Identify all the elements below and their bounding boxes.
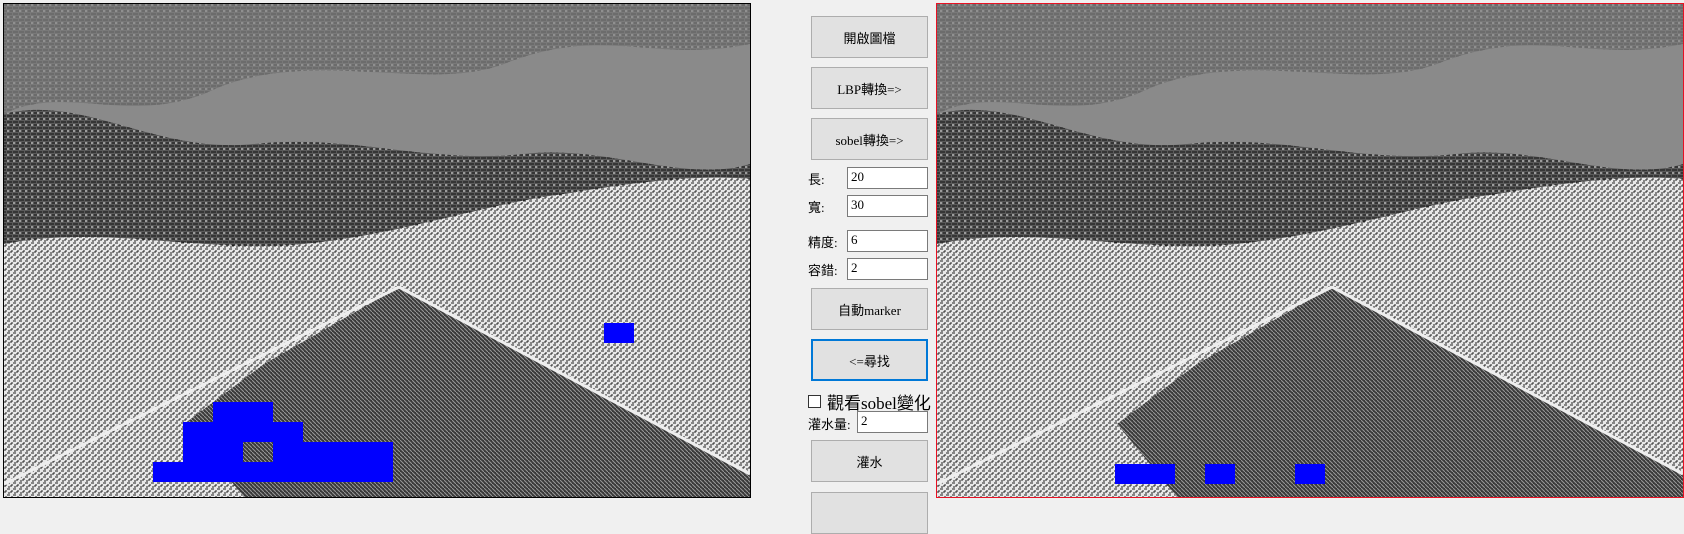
width-field[interactable]: 30	[847, 195, 928, 217]
length-label: 長:	[808, 172, 825, 187]
width-label: 寬:	[808, 200, 825, 215]
flood-button[interactable]: 灌水	[811, 440, 928, 482]
flood-amount-label: 灌水量:	[808, 417, 851, 432]
tolerance-label: 容錯:	[808, 263, 838, 278]
lbp-convert-button[interactable]: LBP轉換=>	[811, 67, 928, 109]
flood-amount-field[interactable]: 2	[857, 411, 928, 433]
tolerance-field[interactable]: 2	[847, 258, 928, 280]
precision-label: 精度:	[808, 235, 838, 250]
checkbox-box[interactable]	[808, 395, 821, 408]
left-image-panel[interactable]	[3, 3, 751, 498]
auto-marker-button[interactable]: 自動marker	[811, 288, 928, 330]
length-field[interactable]: 20	[847, 167, 928, 189]
right-sobel-image	[937, 4, 1683, 497]
sobel-convert-button[interactable]: sobel轉換=>	[811, 118, 928, 160]
right-image-panel[interactable]	[936, 3, 1684, 498]
search-button[interactable]: <=尋找	[811, 339, 928, 381]
open-image-button[interactable]: 開啟圖檔	[811, 16, 928, 58]
precision-field[interactable]: 6	[847, 230, 928, 252]
left-lbp-image	[4, 4, 750, 497]
extra-button[interactable]	[811, 492, 928, 534]
